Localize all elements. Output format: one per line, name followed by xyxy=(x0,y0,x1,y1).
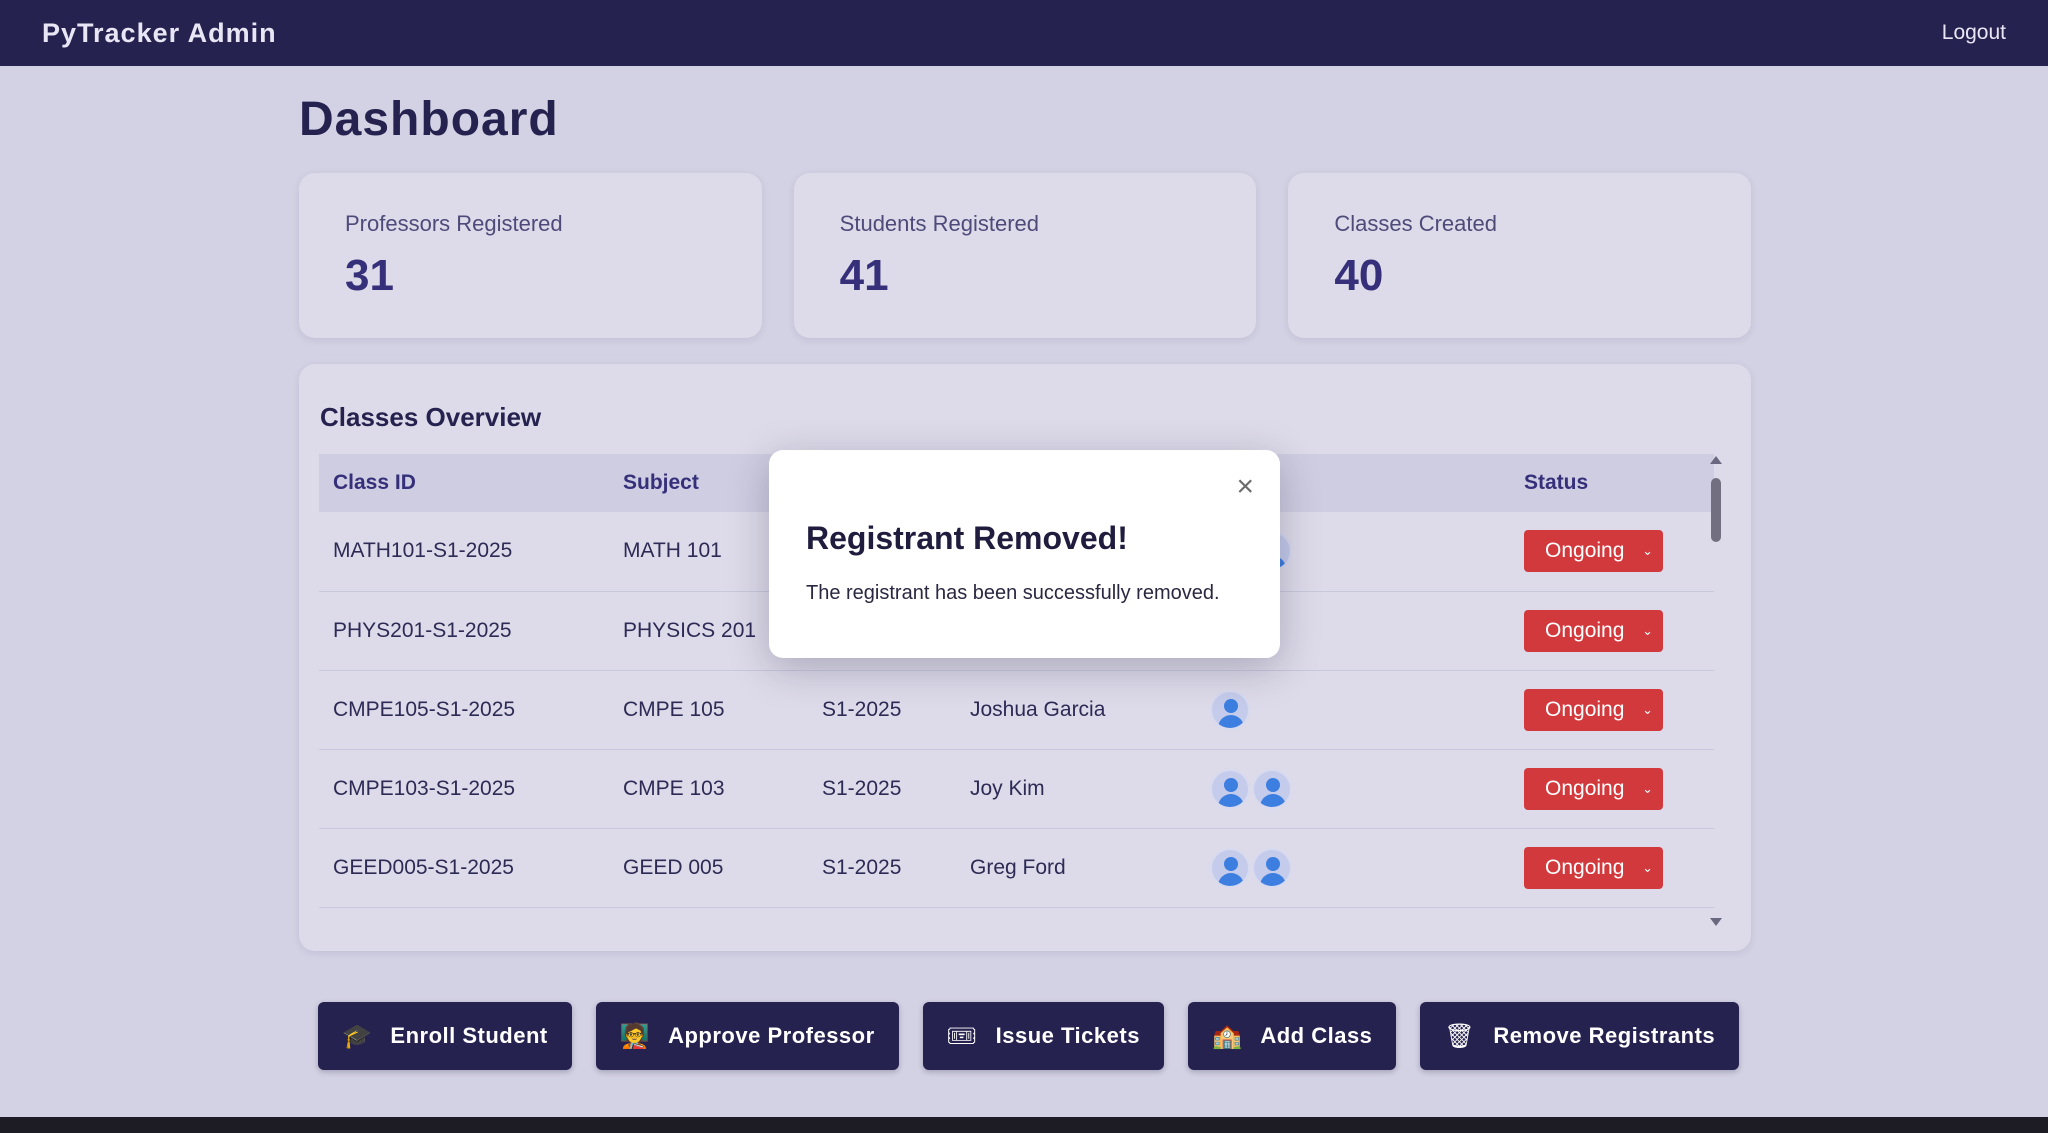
stat-card-students: Students Registered 41 xyxy=(793,173,1257,338)
student-avatar-icon[interactable] xyxy=(1210,689,1250,730)
student-avatar-icon[interactable] xyxy=(1252,847,1292,888)
student-avatar-icon[interactable] xyxy=(1252,768,1292,809)
cell-students xyxy=(1196,670,1510,750)
chevron-down-icon: ⌄ xyxy=(1642,859,1653,875)
cell-subject: GEED 005 xyxy=(609,828,808,908)
student-avatars xyxy=(1210,847,1510,888)
header-status: Status xyxy=(1524,471,1589,494)
status-dropdown[interactable]: Ongoing ⌄ xyxy=(1524,688,1663,731)
status-dropdown[interactable]: Ongoing ⌄ xyxy=(1524,530,1663,573)
cell-professor: Joy Kim xyxy=(956,749,1196,829)
header-class-id: Class ID xyxy=(333,471,416,494)
action-label: Remove Registrants xyxy=(1493,1023,1716,1048)
stat-label: Professors Registered xyxy=(345,211,563,236)
os-taskbar xyxy=(0,1117,2048,1133)
modal-message: The registrant has been successfully rem… xyxy=(806,582,1220,604)
student-avatar-icon[interactable] xyxy=(1210,847,1250,888)
stat-value: 40 xyxy=(1334,251,1384,300)
action-label: Issue Tickets xyxy=(995,1023,1140,1048)
approve-professor-button[interactable]: 🧑‍🏫 Approve Professor xyxy=(595,1002,899,1070)
action-buttons-bar: 🎓 Enroll Student 🧑‍🏫 Approve Professor 🎟 Issu… xyxy=(318,1002,1740,1070)
student-avatars xyxy=(1210,689,1510,730)
cell-status: Ongoing ⌄ xyxy=(1510,749,1714,829)
chevron-down-icon: ⌄ xyxy=(1642,701,1653,717)
student-avatar-icon[interactable] xyxy=(1210,768,1250,809)
table-row: CMPE105-S1-2025 CMPE 105 S1-2025 Joshua Gar… xyxy=(319,670,1714,750)
table-row: CMPE103-S1-2025 CMPE 103 S1-2025 Joy Kim Ong… xyxy=(319,749,1714,829)
cell-professor: Greg Ford xyxy=(956,828,1196,908)
scroll-up-arrow-icon[interactable] xyxy=(1710,456,1722,464)
stat-value: 41 xyxy=(839,251,889,300)
stat-label: Classes Created xyxy=(1334,211,1497,236)
chevron-down-icon: ⌄ xyxy=(1642,780,1653,796)
status-dropdown[interactable]: Ongoing ⌄ xyxy=(1524,846,1663,889)
modal-title: Registrant Removed! xyxy=(806,520,1128,556)
status-value: Ongoing xyxy=(1545,539,1625,563)
cell-status: Ongoing ⌄ xyxy=(1510,512,1714,592)
cell-status: Ongoing ⌄ xyxy=(1510,591,1714,671)
table-scrollbar[interactable] xyxy=(1709,456,1723,926)
status-value: Ongoing xyxy=(1545,855,1625,879)
section-title: Classes Overview xyxy=(320,402,542,432)
cell-professor: Joshua Garcia xyxy=(956,670,1196,750)
enroll-student-icon: 🎓 xyxy=(342,1022,373,1050)
cell-status: Ongoing ⌄ xyxy=(1510,670,1714,750)
stat-card-classes: Classes Created 40 xyxy=(1288,173,1752,338)
brand-title: PyTracker Admin xyxy=(42,17,277,48)
scroll-thumb[interactable] xyxy=(1711,478,1721,542)
logout-link[interactable]: Logout xyxy=(1942,21,2006,45)
status-value: Ongoing xyxy=(1545,618,1625,642)
add-class-icon: 🏫 xyxy=(1211,1022,1243,1050)
status-value: Ongoing xyxy=(1545,776,1625,800)
close-icon[interactable]: × xyxy=(1236,470,1254,504)
top-nav: PyTracker Admin Logout xyxy=(0,0,2048,66)
cell-class-id: CMPE105-S1-2025 xyxy=(319,670,609,750)
cell-class-id: CMPE103-S1-2025 xyxy=(319,749,609,829)
cell-students xyxy=(1196,749,1510,829)
remove-registrants-button[interactable]: 🗑 Remove Registrants xyxy=(1420,1002,1740,1070)
cell-semester: S1-2025 xyxy=(808,828,956,908)
status-value: Ongoing xyxy=(1545,697,1625,721)
cell-subject: CMPE 103 xyxy=(609,749,808,829)
cell-semester: S1-2025 xyxy=(808,749,956,829)
cell-class-id: MATH101-S1-2025 xyxy=(319,512,609,592)
issue-tickets-icon: 🎟 xyxy=(946,1022,978,1050)
scroll-down-arrow-icon[interactable] xyxy=(1710,918,1722,926)
cell-students xyxy=(1196,828,1510,908)
action-label: Add Class xyxy=(1260,1023,1373,1048)
cell-status: Ongoing ⌄ xyxy=(1510,828,1714,908)
cell-subject: CMPE 105 xyxy=(609,670,808,750)
action-label: Approve Professor xyxy=(668,1023,875,1048)
add-class-button[interactable]: 🏫 Add Class xyxy=(1187,1002,1397,1070)
stats-row: Professors Registered 31 Students Regist… xyxy=(299,173,1752,338)
registrant-removed-modal: × Registrant Removed! The registrant has… xyxy=(769,450,1280,658)
cell-class-id: GEED005-S1-2025 xyxy=(319,828,609,908)
student-avatars xyxy=(1210,768,1510,809)
issue-tickets-button[interactable]: 🎟 Issue Tickets xyxy=(922,1002,1164,1070)
stat-label: Students Registered xyxy=(839,211,1040,236)
table-row: GEED005-S1-2025 GEED 005 S1-2025 Greg Ford O… xyxy=(319,828,1714,908)
approve-professor-icon: 🧑‍🏫 xyxy=(619,1022,651,1050)
status-dropdown[interactable]: Ongoing ⌄ xyxy=(1524,609,1663,652)
enroll-student-button[interactable]: 🎓 Enroll Student xyxy=(318,1002,572,1070)
chevron-down-icon: ⌄ xyxy=(1642,543,1653,559)
stat-card-professors: Professors Registered 31 xyxy=(299,173,762,338)
status-dropdown[interactable]: Ongoing ⌄ xyxy=(1524,767,1663,810)
remove-registrants-icon: 🗑 xyxy=(1444,1022,1476,1050)
chevron-down-icon: ⌄ xyxy=(1642,622,1653,638)
cell-class-id: PHYS201-S1-2025 xyxy=(319,591,609,671)
action-label: Enroll Student xyxy=(390,1023,548,1048)
page-title: Dashboard xyxy=(299,93,559,146)
stat-value: 31 xyxy=(345,251,394,300)
cell-semester: S1-2025 xyxy=(808,670,956,750)
